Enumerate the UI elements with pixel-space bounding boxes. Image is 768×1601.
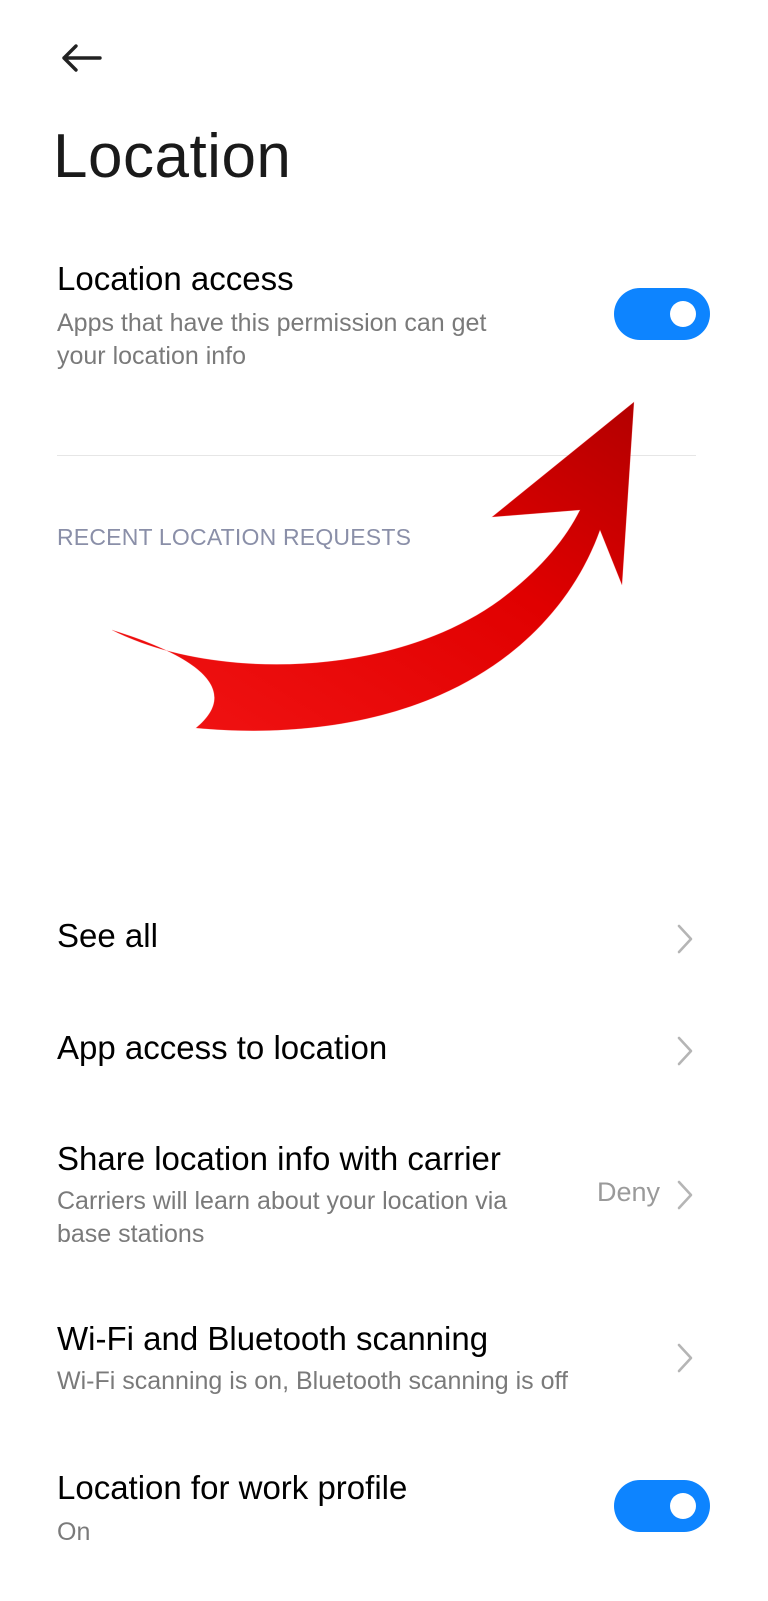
location-access-toggle[interactable] bbox=[614, 288, 710, 340]
work-profile-row[interactable]: Location for work profile On bbox=[0, 1464, 768, 1564]
chevron-right-icon bbox=[677, 1036, 693, 1066]
divider bbox=[57, 455, 696, 456]
see-all-row[interactable]: See all bbox=[0, 900, 768, 980]
app-access-title: App access to location bbox=[57, 1029, 388, 1066]
wifi-bluetooth-scanning-row[interactable]: Wi-Fi and Bluetooth scanning Wi-Fi scann… bbox=[0, 1315, 768, 1415]
share-carrier-subtitle-line2: base stations bbox=[57, 1220, 205, 1248]
recent-location-requests-header: RECENT LOCATION REQUESTS bbox=[57, 524, 412, 550]
location-access-subtitle-line1: Apps that have this permission can get bbox=[57, 309, 487, 337]
location-access-subtitle-line2: your location info bbox=[57, 342, 247, 370]
location-access-row[interactable]: Location access Apps that have this perm… bbox=[0, 255, 768, 395]
wifi-bluetooth-subtitle: Wi-Fi scanning is on, Bluetooth scanning… bbox=[57, 1367, 568, 1395]
arrow-left-icon bbox=[62, 44, 102, 72]
chevron-right-icon bbox=[677, 924, 693, 954]
back-button[interactable] bbox=[52, 34, 108, 82]
toggle-knob bbox=[670, 1493, 696, 1519]
share-carrier-value: Deny bbox=[596, 1177, 660, 1207]
chevron-right-icon bbox=[677, 1343, 693, 1373]
work-profile-subtitle: On bbox=[57, 1518, 91, 1546]
chevron-right-icon bbox=[677, 1180, 693, 1210]
share-carrier-subtitle-line1: Carriers will learn about your location … bbox=[57, 1187, 508, 1215]
page-title: Location bbox=[53, 122, 292, 191]
work-profile-title: Location for work profile bbox=[57, 1469, 408, 1506]
toggle-knob bbox=[670, 301, 696, 327]
wifi-bluetooth-title: Wi-Fi and Bluetooth scanning bbox=[57, 1320, 489, 1357]
see-all-title: See all bbox=[57, 917, 158, 954]
location-access-title: Location access bbox=[57, 260, 294, 297]
work-profile-toggle[interactable] bbox=[614, 1480, 710, 1532]
share-carrier-title: Share location info with carrier bbox=[57, 1140, 501, 1177]
share-carrier-row[interactable]: Share location info with carrier Carrier… bbox=[0, 1135, 768, 1265]
app-access-row[interactable]: App access to location bbox=[0, 1012, 768, 1092]
